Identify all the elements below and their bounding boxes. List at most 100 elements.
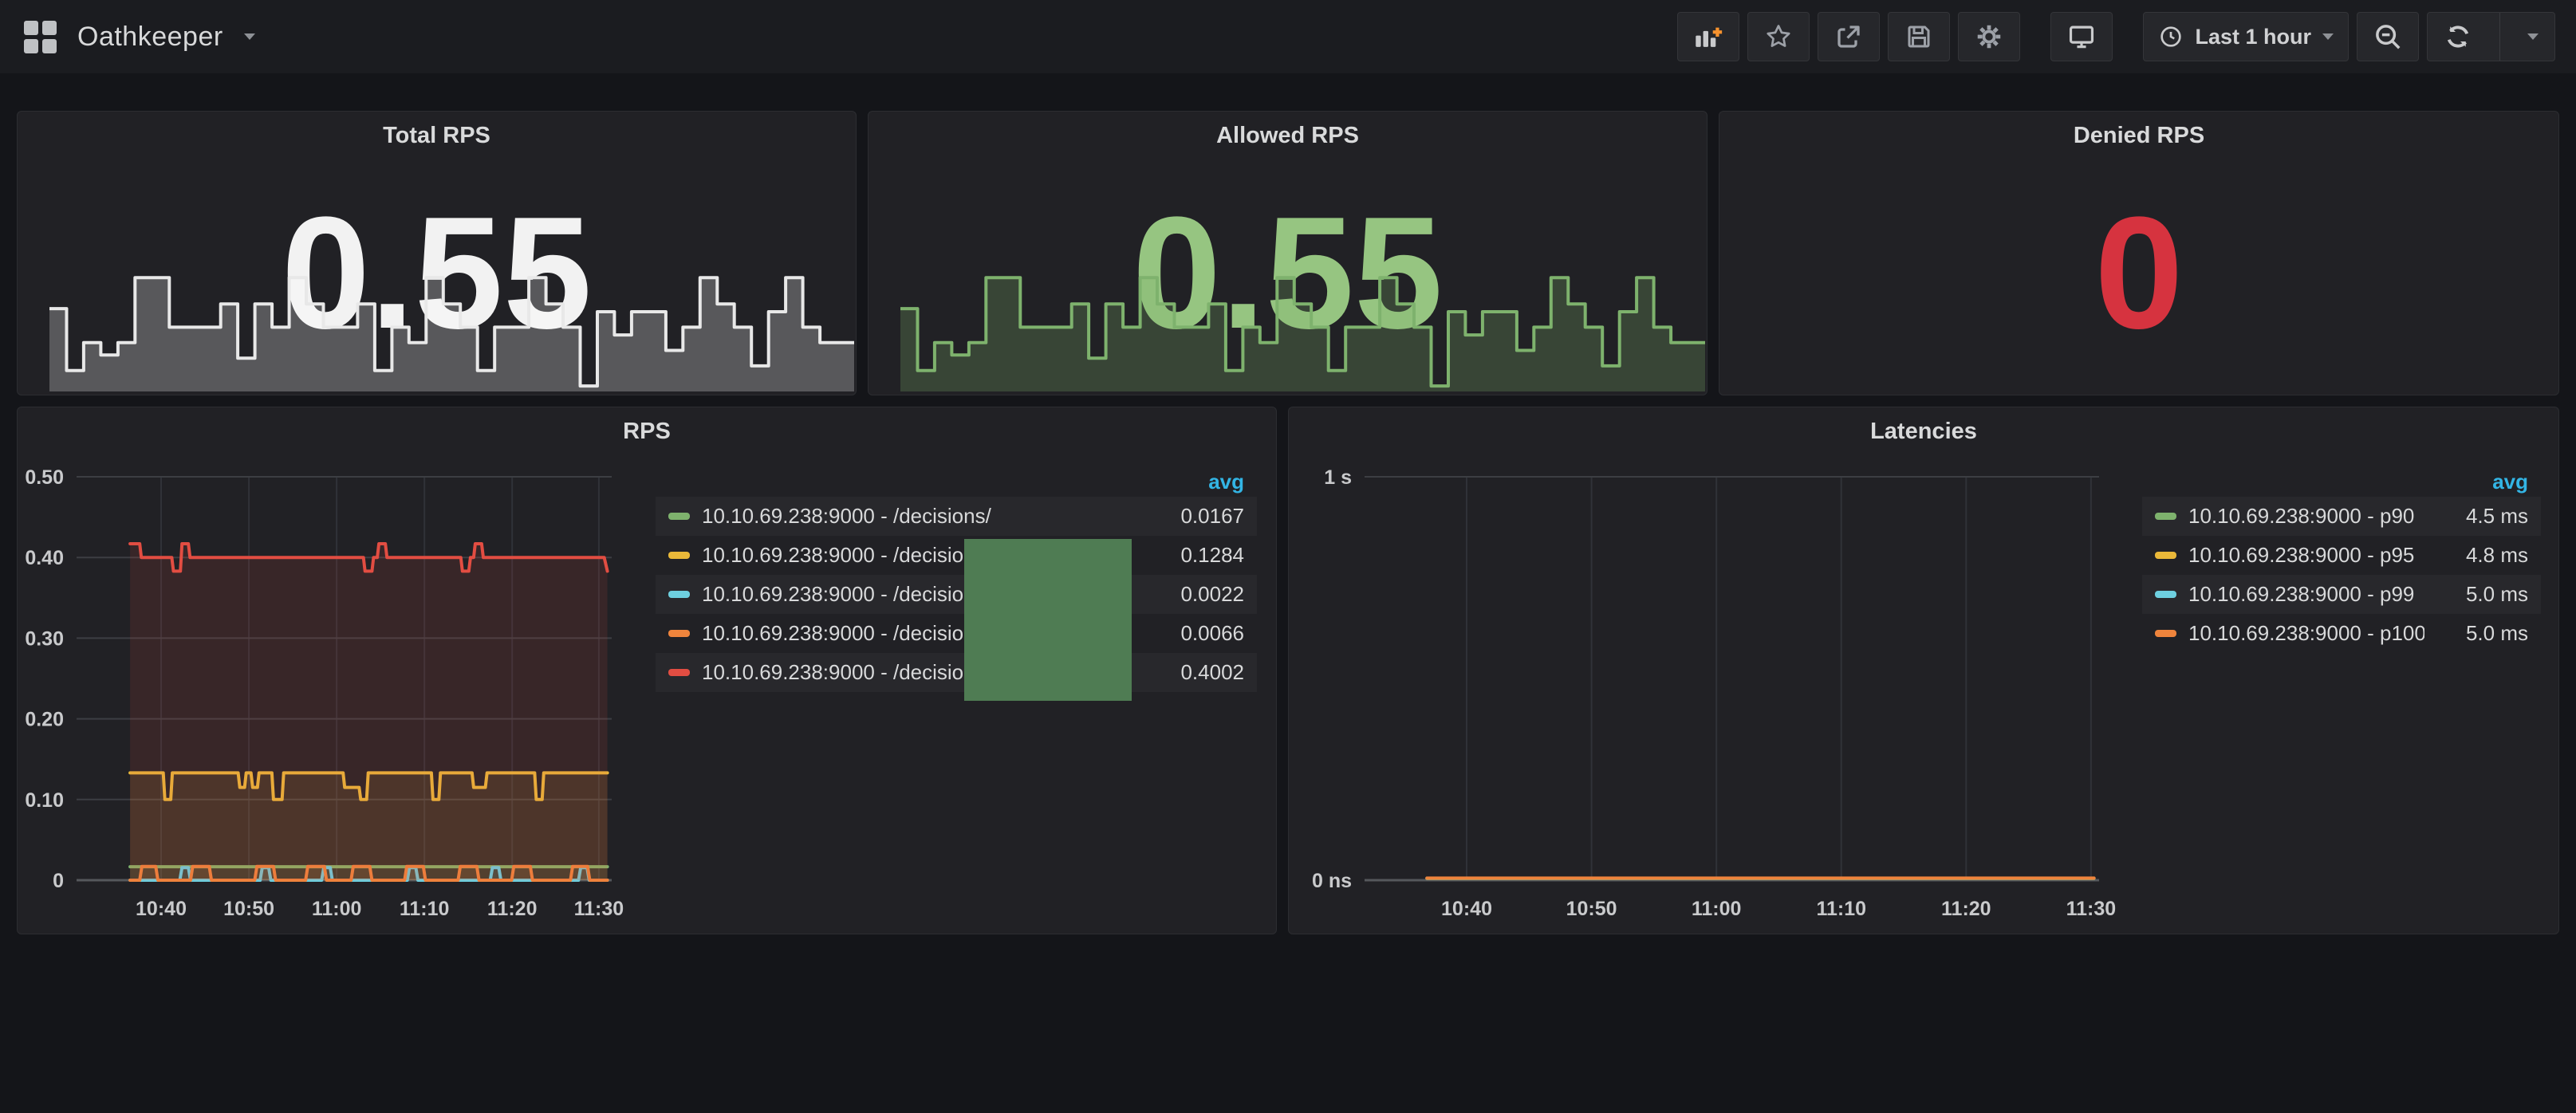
save-button[interactable] (1888, 12, 1950, 61)
legend-avg-value: 5.0 ms (2424, 582, 2528, 607)
x-tick-label: 11:10 (400, 898, 450, 920)
x-tick-label: 11:30 (574, 898, 624, 920)
legend-series-label: 10.10.69.238:9000 - p99 (2188, 582, 2424, 607)
dashboard-title: Oathkeeper (77, 22, 223, 53)
legend-row[interactable]: 10.10.69.238:9000 - p995.0 ms (2142, 575, 2541, 614)
series-color-dash (2155, 591, 2176, 598)
x-tick-label: 11:00 (1692, 898, 1742, 920)
legend-row[interactable]: 10.10.69.238:9000 - /decisions/0.4002 (656, 653, 1257, 692)
panel-title[interactable]: Latencies (1289, 419, 2558, 445)
refresh-interval-dropdown[interactable] (2511, 13, 2554, 61)
panel-rps-graph: 10:40 10:50 11:00 11:10 11:20 11:30 0.50 0.40 0.… (17, 407, 1277, 934)
legend-avg-value: 0.0167 (1140, 504, 1244, 529)
legend-row[interactable]: 10.10.69.238:9000 - p954.8 ms (2142, 536, 2541, 575)
sparkline (49, 232, 854, 391)
redaction-overlay (964, 539, 1132, 701)
x-tick-label: 10:50 (223, 898, 274, 920)
navbar: Oathkeeper (0, 0, 2576, 73)
legend-series-label: 10.10.69.238:9000 - p100 (2188, 621, 2424, 646)
caret-down-icon (244, 33, 255, 40)
time-range-button[interactable]: Last 1 hour (2143, 12, 2349, 61)
legend-row[interactable]: 10.10.69.238:9000 - /decisions/0.0167 (656, 497, 1257, 536)
zoom-out-button[interactable] (2357, 12, 2419, 61)
share-button[interactable] (1818, 12, 1880, 61)
y-tick-label: 0.20 (25, 709, 64, 731)
panel-latencies-graph: 10:40 10:50 11:00 11:10 11:20 11:30 1 s 0 ns La… (1288, 407, 2559, 934)
star-button[interactable] (1747, 12, 1810, 61)
legend-avg-header[interactable]: avg (656, 470, 1257, 497)
monitor-icon (2066, 22, 2097, 52)
legend-avg-header[interactable]: avg (2142, 470, 2541, 497)
share-icon (1834, 22, 1863, 51)
panel-title[interactable]: Denied RPS (1719, 123, 2558, 149)
caret-down-icon (2527, 33, 2539, 40)
caret-down-icon (2322, 33, 2334, 40)
panel-total-rps: Total RPS 0.55 (17, 111, 857, 395)
series-color-dash (668, 513, 690, 520)
legend-avg-value: 0.1284 (1140, 543, 1244, 568)
save-icon (1904, 22, 1933, 51)
legend-row[interactable]: 10.10.69.238:9000 - /decisions/0.0066 (656, 614, 1257, 653)
x-tick-label: 10:50 (1566, 898, 1617, 920)
star-icon (1764, 22, 1793, 51)
zoom-out-icon (2373, 22, 2403, 52)
x-tick-label: 11:00 (312, 898, 362, 920)
x-tick-label: 10:40 (136, 898, 187, 920)
panel-denied-rps: Denied RPS 0 (1719, 111, 2559, 395)
y-tick-label: 0.10 (25, 789, 64, 812)
legend-row[interactable]: 10.10.69.238:9000 - p904.5 ms (2142, 497, 2541, 536)
legend-avg-value: 0.0022 (1140, 582, 1244, 607)
gear-icon (1974, 22, 2004, 52)
legend-row[interactable]: 10.10.69.238:9000 - /decisions/0.1284 (656, 536, 1257, 575)
legend-avg-value: 0.0066 (1140, 621, 1244, 646)
legend-avg-value: 4.5 ms (2424, 504, 2528, 529)
dashboard-title-dropdown[interactable]: Oathkeeper (24, 21, 255, 53)
series-color-dash (668, 552, 690, 559)
dashboards-grid-icon (24, 21, 57, 53)
stat-value: 0 (1719, 186, 2558, 361)
panel-title[interactable]: Total RPS (18, 123, 856, 149)
latencies-legend: avg 10.10.69.238:9000 - p904.5 ms10.10.6… (2142, 470, 2541, 653)
clock-icon (2158, 24, 2184, 49)
x-tick-label: 11:20 (487, 898, 538, 920)
panel-title[interactable]: RPS (18, 419, 1276, 445)
x-tick-label: 11:20 (1941, 898, 1991, 920)
legend-series-label: 10.10.69.238:9000 - /decisions/ (702, 504, 1140, 529)
y-tick-label: 0.50 (25, 466, 64, 489)
add-panel-button[interactable] (1677, 12, 1739, 61)
series-color-dash (2155, 552, 2176, 559)
refresh-button-group (2427, 12, 2555, 61)
cycle-view-button[interactable] (2050, 12, 2113, 61)
series-color-dash (668, 591, 690, 598)
y-tick-label: 0 (53, 870, 64, 892)
y-tick-label: 1 s (1324, 466, 1352, 489)
legend-row[interactable]: 10.10.69.238:9000 - /decisions/0.0022 (656, 575, 1257, 614)
series-color-dash (668, 630, 690, 637)
legend-row[interactable]: 10.10.69.238:9000 - p1005.0 ms (2142, 614, 2541, 653)
panel-allowed-rps: Allowed RPS 0.55 (868, 111, 1707, 395)
navbar-actions: Last 1 hour (1677, 12, 2555, 61)
x-tick-label: 10:40 (1441, 898, 1492, 920)
series-color-dash (2155, 630, 2176, 637)
time-range-label: Last 1 hour (2195, 25, 2311, 49)
add-panel-icon (1692, 22, 1724, 51)
x-tick-label: 11:10 (1816, 898, 1866, 920)
settings-button[interactable] (1958, 12, 2020, 61)
legend-series-label: 10.10.69.238:9000 - p95 (2188, 543, 2424, 568)
refresh-icon (2444, 22, 2472, 51)
panel-title[interactable]: Allowed RPS (869, 123, 1707, 149)
series-color-dash (2155, 513, 2176, 520)
legend-avg-value: 5.0 ms (2424, 621, 2528, 646)
y-tick-label: 0 ns (1312, 870, 1352, 892)
divider (2499, 13, 2500, 61)
y-tick-label: 0.40 (25, 547, 64, 569)
legend-avg-value: 4.8 ms (2424, 543, 2528, 568)
refresh-button[interactable] (2428, 13, 2488, 61)
sparkline (900, 232, 1705, 391)
y-tick-label: 0.30 (25, 627, 64, 650)
rps-legend: avg 10.10.69.238:9000 - /decisions/0.016… (656, 470, 1257, 692)
legend-avg-value: 0.4002 (1140, 660, 1244, 685)
series-color-dash (668, 669, 690, 676)
x-tick-label: 11:30 (2066, 898, 2117, 920)
legend-series-label: 10.10.69.238:9000 - p90 (2188, 504, 2424, 529)
